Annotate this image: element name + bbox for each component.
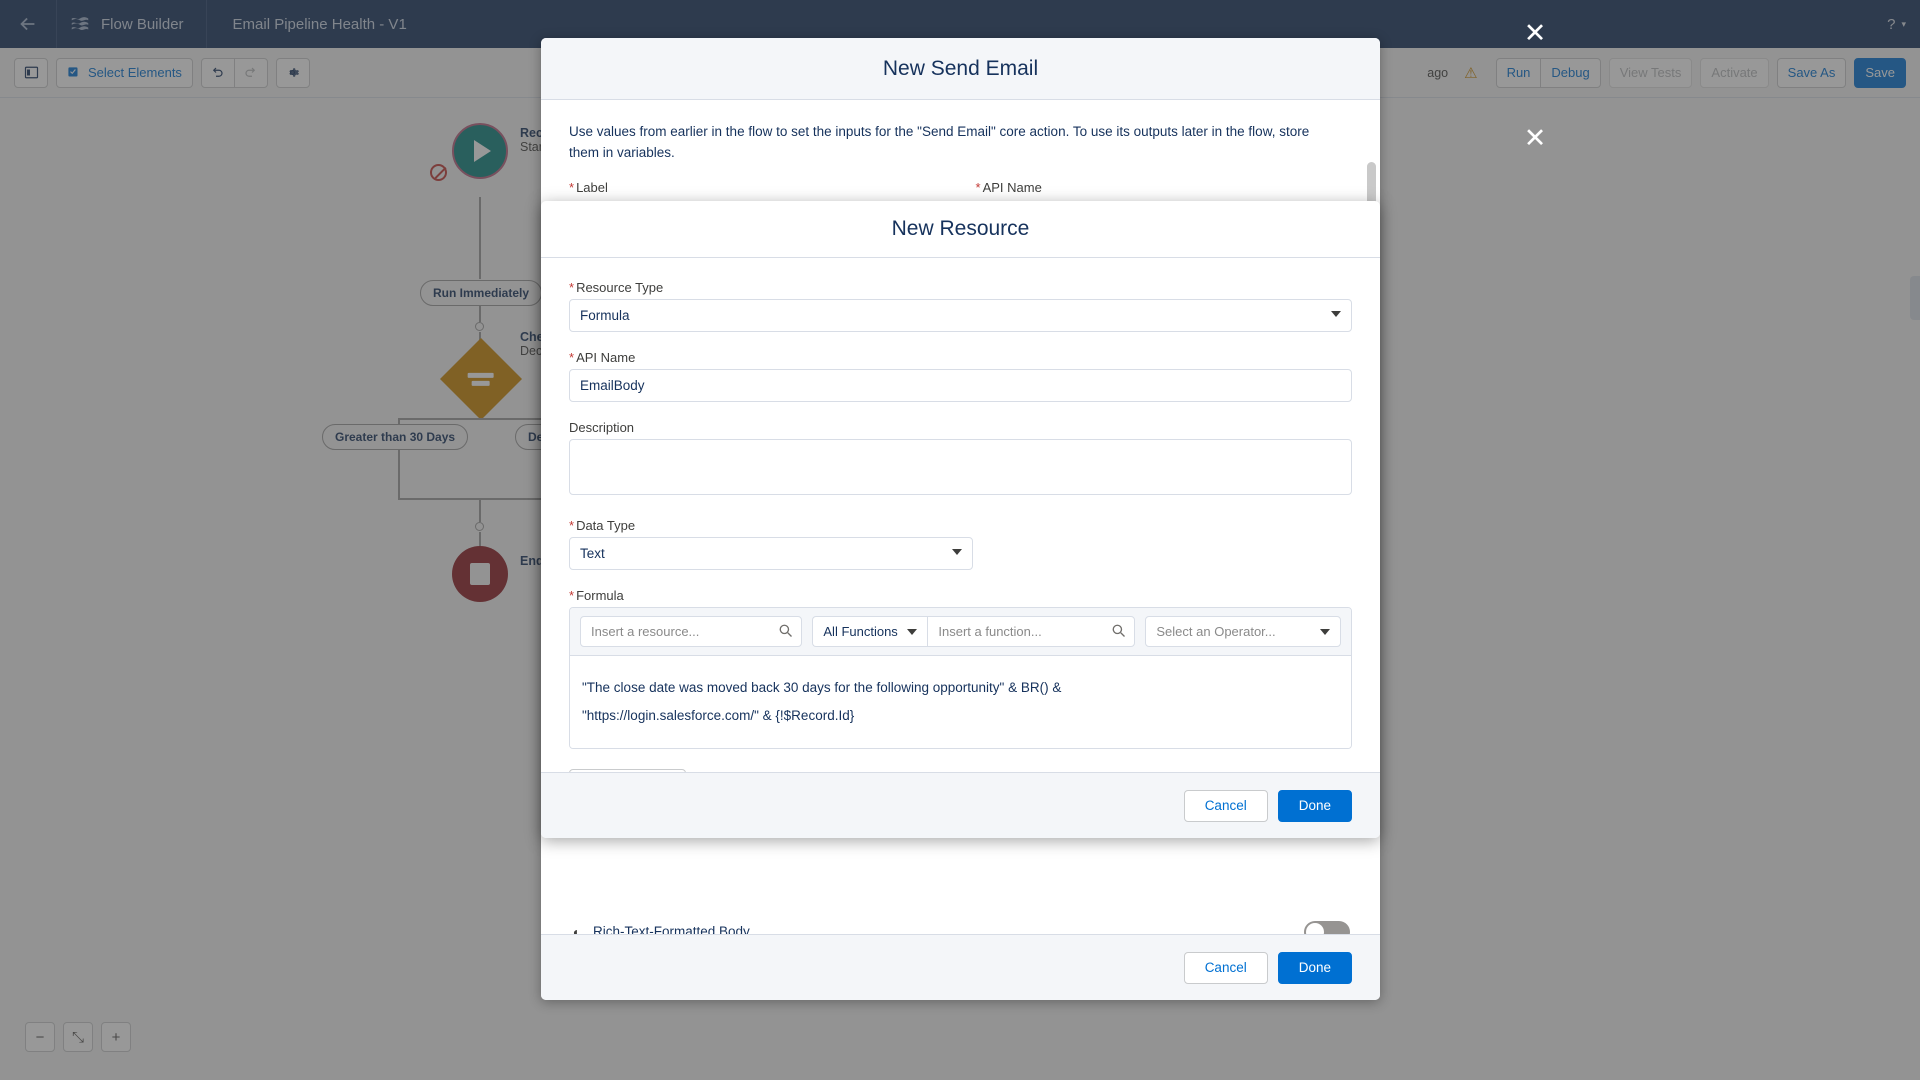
insert-resource-input[interactable] — [580, 616, 802, 647]
row-label: Rich-Text-Formatted Body — [593, 924, 1304, 934]
search-icon — [1111, 623, 1126, 638]
chevron-down-icon — [1320, 629, 1330, 635]
new-send-email-footer: Cancel Done — [541, 934, 1380, 1000]
api-name-field-label: *API Name — [976, 180, 1353, 195]
formula-label: *Formula — [569, 588, 1352, 603]
send-email-cancel-button[interactable]: Cancel — [1184, 952, 1268, 984]
formula-line: "The close date was moved back 30 days f… — [582, 674, 1339, 702]
description-textarea[interactable] — [569, 439, 1352, 495]
new-resource-header: New Resource ✕ — [541, 201, 1380, 258]
required-marker: * — [569, 180, 574, 195]
input-rows: ◖ Rich-Text-Formatted Body Don't Include… — [541, 900, 1380, 934]
formula-editor: All Functions Select an Operator... — [569, 607, 1352, 749]
new-resource-body: *Resource Type *API Name Description *Da… — [541, 258, 1380, 772]
new-send-email-description: Use values from earlier in the flow to s… — [541, 100, 1341, 164]
done-label: Done — [1299, 798, 1331, 813]
all-functions-label: All Functions — [823, 624, 897, 639]
api-name-input[interactable] — [569, 369, 1352, 402]
resource-type-select-wrap — [569, 299, 1352, 332]
new-send-email-title: New Send Email — [883, 57, 1038, 81]
select-operator-label: Select an Operator... — [1156, 624, 1275, 639]
formula-toolbar: All Functions Select an Operator... — [570, 608, 1351, 656]
required-marker: * — [569, 280, 574, 295]
label-field-group: *Label — [569, 180, 946, 199]
required-marker: * — [569, 518, 574, 533]
description-field: Description — [569, 420, 1352, 500]
api-name-field-group: *API Name — [976, 180, 1353, 199]
data-type-label: *Data Type — [569, 518, 1352, 533]
insert-function-input[interactable] — [927, 616, 1135, 647]
new-resource-footer: Cancel Done — [541, 772, 1380, 838]
cancel-label: Cancel — [1205, 798, 1247, 813]
function-group: All Functions — [812, 616, 1135, 647]
new-send-email-header: New Send Email ✕ — [541, 38, 1380, 100]
search-icon — [778, 623, 793, 638]
description-label: Description — [569, 420, 1352, 435]
data-type-field: *Data Type — [569, 518, 1352, 570]
new-resource-cancel-button[interactable]: Cancel — [1184, 790, 1268, 822]
resource-type-select[interactable] — [569, 299, 1352, 332]
new-resource-done-button[interactable]: Done — [1278, 790, 1352, 822]
rich-text-body-toggle[interactable] — [1304, 921, 1350, 935]
row-rich-text-formatted-body: ◖ Rich-Text-Formatted Body Don't Include — [541, 900, 1380, 934]
all-functions-select[interactable]: All Functions — [812, 616, 927, 647]
data-type-select-wrap — [569, 537, 973, 570]
formula-text-area[interactable]: "The close date was moved back 30 days f… — [570, 656, 1351, 748]
link-icon: ◖ — [571, 924, 593, 935]
new-resource-close-button[interactable]: ✕ — [1518, 121, 1552, 155]
select-operator-dropdown[interactable]: Select an Operator... — [1145, 616, 1341, 647]
chevron-down-icon — [907, 629, 917, 635]
cancel-label: Cancel — [1205, 960, 1247, 975]
formula-line: "https://login.salesforce.com/" & {!$Rec… — [582, 702, 1339, 730]
api-name-label: *API Name — [569, 350, 1352, 365]
send-email-done-button[interactable]: Done — [1278, 952, 1352, 984]
required-marker: * — [976, 180, 981, 195]
toggle-knob — [1306, 923, 1324, 935]
resource-type-field: *Resource Type — [569, 280, 1352, 332]
api-name-field: *API Name — [569, 350, 1352, 402]
insert-resource-field — [580, 616, 802, 647]
insert-function-field — [927, 616, 1135, 647]
done-label: Done — [1299, 960, 1331, 975]
label-field-label: *Label — [569, 180, 946, 195]
new-send-email-close-button[interactable]: ✕ — [1518, 16, 1552, 50]
new-resource-title: New Resource — [892, 217, 1030, 241]
new-resource-modal: New Resource ✕ *Resource Type *API Name … — [541, 201, 1380, 838]
resource-type-label: *Resource Type — [569, 280, 1352, 295]
data-type-select[interactable] — [569, 537, 973, 570]
new-send-email-name-row: *Label *API Name — [541, 164, 1380, 199]
required-marker: * — [569, 588, 574, 603]
required-marker: * — [569, 350, 574, 365]
formula-field: *Formula All Functions — [569, 588, 1352, 749]
